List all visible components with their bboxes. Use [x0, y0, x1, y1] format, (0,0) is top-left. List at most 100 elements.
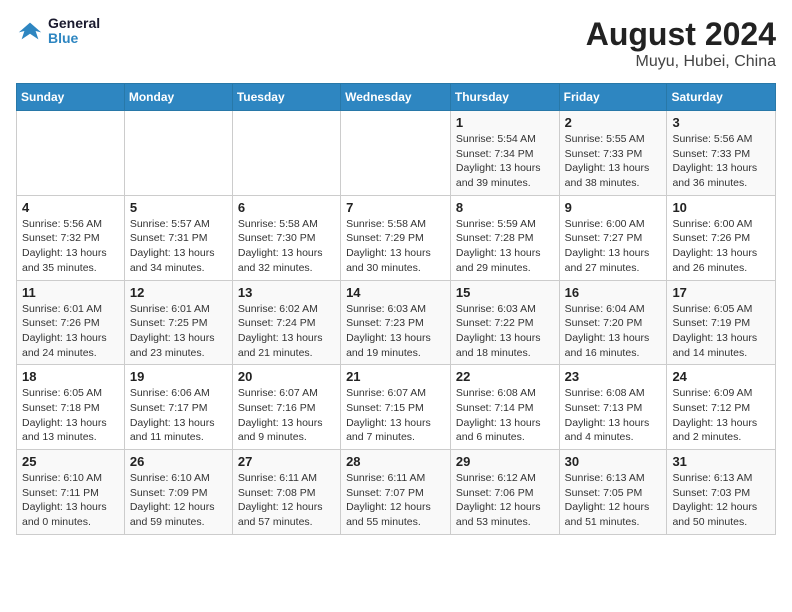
calendar-cell — [124, 111, 232, 196]
calendar-cell: 27Sunrise: 6:11 AMSunset: 7:08 PMDayligh… — [232, 450, 340, 535]
day-number: 16 — [565, 285, 662, 300]
logo-text: General Blue — [48, 16, 100, 47]
day-number: 25 — [22, 454, 119, 469]
day-info: Sunrise: 6:03 AMSunset: 7:23 PMDaylight:… — [346, 302, 445, 361]
day-info: Sunrise: 6:07 AMSunset: 7:15 PMDaylight:… — [346, 386, 445, 445]
day-info: Sunrise: 6:08 AMSunset: 7:14 PMDaylight:… — [456, 386, 554, 445]
calendar-cell: 21 Sunrise: 6:07 AMSunset: 7:15 PMDayligh… — [341, 365, 451, 450]
day-number: 20 — [238, 369, 335, 384]
day-number: 12 — [130, 285, 227, 300]
calendar-body: 1 Sunrise: 5:54 AMSunset: 7:34 PMDaylight… — [17, 111, 776, 535]
title-block: August 2024 Muyu, Hubei, China — [586, 16, 776, 71]
day-number: 31 — [672, 454, 770, 469]
day-info: Sunrise: 5:58 AMSunset: 7:29 PMDaylight:… — [346, 217, 445, 276]
day-info: Sunrise: 5:56 AMSunset: 7:33 PMDaylight:… — [672, 132, 770, 191]
day-info: Sunrise: 6:13 AMSunset: 7:05 PMDaylight:… — [565, 471, 662, 530]
day-number: 18 — [22, 369, 119, 384]
logo-icon — [16, 17, 44, 45]
calendar-cell: 3 Sunrise: 5:56 AMSunset: 7:33 PMDaylight… — [667, 111, 776, 196]
calendar-title: August 2024 — [586, 16, 776, 53]
day-number: 7 — [346, 200, 445, 215]
day-info: Sunrise: 5:59 AMSunset: 7:28 PMDaylight:… — [456, 217, 554, 276]
calendar-cell: 30Sunrise: 6:13 AMSunset: 7:05 PMDayligh… — [559, 450, 667, 535]
day-info: Sunrise: 6:04 AMSunset: 7:20 PMDaylight:… — [565, 302, 662, 361]
logo: General Blue — [16, 16, 100, 47]
calendar-cell: 18 Sunrise: 6:05 AMSunset: 7:18 PMDayligh… — [17, 365, 125, 450]
day-number: 24 — [672, 369, 770, 384]
day-info: Sunrise: 6:07 AMSunset: 7:16 PMDaylight:… — [238, 386, 335, 445]
day-number: 26 — [130, 454, 227, 469]
calendar-cell: 10Sunrise: 6:00 AMSunset: 7:26 PMDayligh… — [667, 195, 776, 280]
day-info: Sunrise: 6:00 AMSunset: 7:27 PMDaylight:… — [565, 217, 662, 276]
day-number: 5 — [130, 200, 227, 215]
day-info: Sunrise: 6:03 AMSunset: 7:22 PMDaylight:… — [456, 302, 554, 361]
day-number: 23 — [565, 369, 662, 384]
day-info: Sunrise: 6:10 AMSunset: 7:11 PMDaylight:… — [22, 471, 119, 530]
day-number: 1 — [456, 115, 554, 130]
day-info: Sunrise: 6:13 AMSunset: 7:03 PMDaylight:… — [672, 471, 770, 530]
calendar-cell: 11 Sunrise: 6:01 AMSunset: 7:26 PMDayligh… — [17, 280, 125, 365]
calendar-cell: 7 Sunrise: 5:58 AMSunset: 7:29 PMDaylight… — [341, 195, 451, 280]
day-info: Sunrise: 5:55 AMSunset: 7:33 PMDaylight:… — [565, 132, 662, 191]
calendar-cell: 26 Sunrise: 6:10 AMSunset: 7:09 PMDayligh… — [124, 450, 232, 535]
day-info: Sunrise: 6:01 AMSunset: 7:26 PMDaylight:… — [22, 302, 119, 361]
calendar-cell: 12Sunrise: 6:01 AMSunset: 7:25 PMDayligh… — [124, 280, 232, 365]
day-number: 2 — [565, 115, 662, 130]
calendar-cell: 28Sunrise: 6:11 AMSunset: 7:07 PMDayligh… — [341, 450, 451, 535]
day-info: Sunrise: 6:10 AMSunset: 7:09 PMDaylight:… — [130, 471, 227, 530]
calendar-cell: 5 Sunrise: 5:57 AMSunset: 7:31 PMDaylight… — [124, 195, 232, 280]
day-number: 28 — [346, 454, 445, 469]
page-header: General Blue August 2024 Muyu, Hubei, Ch… — [16, 16, 776, 71]
day-number: 27 — [238, 454, 335, 469]
day-number: 6 — [238, 200, 335, 215]
day-info: Sunrise: 6:08 AMSunset: 7:13 PMDaylight:… — [565, 386, 662, 445]
calendar-cell: 16 Sunrise: 6:04 AMSunset: 7:20 PMDayligh… — [559, 280, 667, 365]
day-number: 22 — [456, 369, 554, 384]
calendar-cell: 9 Sunrise: 6:00 AMSunset: 7:27 PMDaylight… — [559, 195, 667, 280]
weekday-header-row: SundayMondayTuesdayWednesdayThursdayFrid… — [17, 84, 776, 111]
day-number: 13 — [238, 285, 335, 300]
day-info: Sunrise: 5:54 AMSunset: 7:34 PMDaylight:… — [456, 132, 554, 191]
day-info: Sunrise: 6:12 AMSunset: 7:06 PMDaylight:… — [456, 471, 554, 530]
day-info: Sunrise: 6:09 AMSunset: 7:12 PMDaylight:… — [672, 386, 770, 445]
calendar-week-3: 11 Sunrise: 6:01 AMSunset: 7:26 PMDayligh… — [17, 280, 776, 365]
day-number: 11 — [22, 285, 119, 300]
day-number: 19 — [130, 369, 227, 384]
weekday-header-saturday: Saturday — [667, 84, 776, 111]
weekday-header-monday: Monday — [124, 84, 232, 111]
calendar-cell: 24 Sunrise: 6:09 AMSunset: 7:12 PMDayligh… — [667, 365, 776, 450]
day-number: 9 — [565, 200, 662, 215]
weekday-header-tuesday: Tuesday — [232, 84, 340, 111]
calendar-cell — [341, 111, 451, 196]
day-number: 15 — [456, 285, 554, 300]
calendar-cell: 13Sunrise: 6:02 AMSunset: 7:24 PMDayligh… — [232, 280, 340, 365]
day-info: Sunrise: 5:56 AMSunset: 7:32 PMDaylight:… — [22, 217, 119, 276]
day-number: 3 — [672, 115, 770, 130]
day-info: Sunrise: 6:05 AMSunset: 7:19 PMDaylight:… — [672, 302, 770, 361]
calendar-week-4: 18 Sunrise: 6:05 AMSunset: 7:18 PMDayligh… — [17, 365, 776, 450]
calendar-cell — [232, 111, 340, 196]
calendar-cell: 23 Sunrise: 6:08 AMSunset: 7:13 PMDayligh… — [559, 365, 667, 450]
day-info: Sunrise: 5:58 AMSunset: 7:30 PMDaylight:… — [238, 217, 335, 276]
weekday-header-sunday: Sunday — [17, 84, 125, 111]
day-number: 21 — [346, 369, 445, 384]
calendar-cell — [17, 111, 125, 196]
calendar-cell: 25 Sunrise: 6:10 AMSunset: 7:11 PMDayligh… — [17, 450, 125, 535]
calendar-week-5: 25 Sunrise: 6:10 AMSunset: 7:11 PMDayligh… — [17, 450, 776, 535]
day-info: Sunrise: 6:00 AMSunset: 7:26 PMDaylight:… — [672, 217, 770, 276]
weekday-header-wednesday: Wednesday — [341, 84, 451, 111]
calendar-cell: 4 Sunrise: 5:56 AMSunset: 7:32 PMDaylight… — [17, 195, 125, 280]
calendar-cell: 17 Sunrise: 6:05 AMSunset: 7:19 PMDayligh… — [667, 280, 776, 365]
day-number: 4 — [22, 200, 119, 215]
calendar-cell: 2 Sunrise: 5:55 AMSunset: 7:33 PMDaylight… — [559, 111, 667, 196]
weekday-header-thursday: Thursday — [450, 84, 559, 111]
calendar-cell: 29 Sunrise: 6:12 AMSunset: 7:06 PMDayligh… — [450, 450, 559, 535]
calendar-subtitle: Muyu, Hubei, China — [586, 53, 776, 71]
day-number: 14 — [346, 285, 445, 300]
calendar-cell: 19Sunrise: 6:06 AMSunset: 7:17 PMDayligh… — [124, 365, 232, 450]
day-info: Sunrise: 5:57 AMSunset: 7:31 PMDaylight:… — [130, 217, 227, 276]
day-number: 29 — [456, 454, 554, 469]
calendar-cell: 15 Sunrise: 6:03 AMSunset: 7:22 PMDayligh… — [450, 280, 559, 365]
day-number: 17 — [672, 285, 770, 300]
day-info: Sunrise: 6:05 AMSunset: 7:18 PMDaylight:… — [22, 386, 119, 445]
